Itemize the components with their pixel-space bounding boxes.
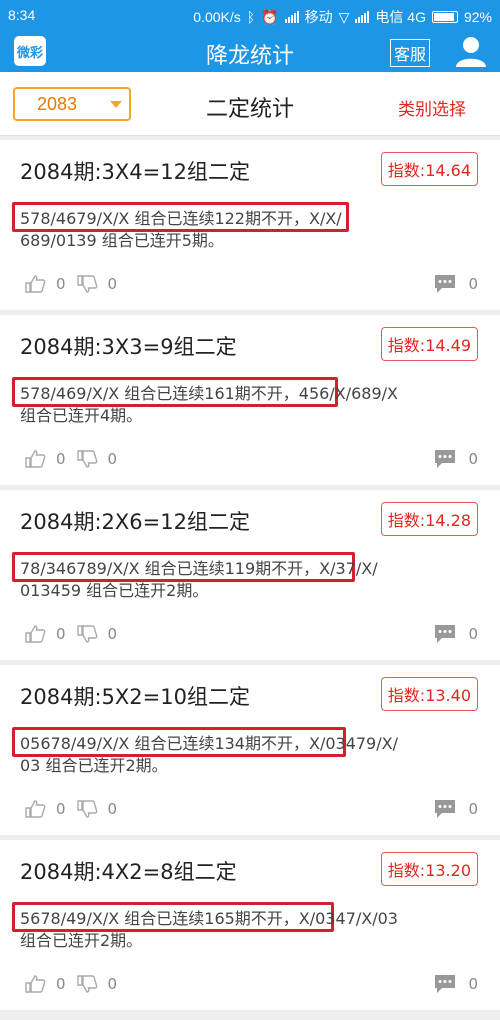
comment-count: 0	[468, 450, 478, 468]
wifi-icon: ▽	[338, 8, 350, 25]
bluetooth-icon: ᛒ	[246, 9, 256, 25]
description-line: 组合已连开4期。	[20, 406, 143, 425]
description-line: 578/4679/X/X 组合已连续122期不开，X/X/	[20, 209, 342, 228]
comment-icon[interactable]	[434, 449, 456, 469]
thumbs-up-icon[interactable]	[24, 624, 46, 644]
network-speed: 0.00K/s	[193, 9, 241, 25]
card-comments[interactable]: 0	[434, 974, 478, 994]
card-description: 578/4679/X/X 组合已连续122期不开，X/X/ 689/0139 组…	[20, 208, 482, 252]
index-badge: 指数:13.20	[380, 852, 478, 886]
description-line: 78/346789/X/X 组合已连续119期不开，X/37/X/	[20, 559, 378, 578]
description-line: 组合已连开2期。	[20, 931, 143, 950]
stat-card[interactable]: 2084期:3X3=9组二定 指数:14.49 578/469/X/X 组合已连…	[0, 315, 500, 485]
description-line: 05678/49/X/X 组合已连续134期不开，X/03479/X/	[20, 734, 398, 753]
thumbs-up-icon[interactable]	[24, 799, 46, 819]
card-title: 2084期:5X2=10组二定	[20, 685, 250, 709]
card-description: 05678/49/X/X 组合已连续134期不开，X/03479/X/ 03 组…	[20, 733, 482, 777]
dislike-count: 0	[107, 625, 118, 643]
battery-icon	[431, 11, 458, 23]
like-count: 0	[56, 975, 66, 993]
stat-card[interactable]: 2084期:5X2=10组二定 指数:13.40 05678/49/X/X 组合…	[0, 665, 500, 835]
battery-level: 92%	[463, 9, 492, 25]
category-select-button[interactable]: 类别选择	[398, 95, 466, 120]
card-actions: 0 0	[24, 799, 117, 819]
card-actions: 0 0	[24, 624, 117, 644]
like-count: 0	[56, 800, 66, 818]
card-comments[interactable]: 0	[434, 449, 478, 469]
status-bar: 8:34 0.00K/s ᛒ ⏰ 移动 ▽ 电信 4G 92%	[0, 0, 500, 30]
card-title: 2084期:2X6=12组二定	[20, 510, 250, 534]
comment-count: 0	[468, 800, 478, 818]
stat-card[interactable]: 2084期:3X4=12组二定 指数:14.64 578/4679/X/X 组合…	[0, 140, 500, 310]
stat-card[interactable]: 2084期:2X6=12组二定 指数:14.28 78/346789/X/X 组…	[0, 490, 500, 660]
thumbs-down-icon[interactable]	[76, 274, 98, 294]
dislike-count: 0	[107, 800, 118, 818]
dislike-count: 0	[107, 450, 118, 468]
thumbs-up-icon[interactable]	[24, 274, 46, 294]
card-title: 2084期:3X3=9组二定	[20, 335, 237, 359]
thumbs-down-icon[interactable]	[76, 974, 98, 994]
dislike-count: 0	[107, 975, 118, 993]
description-line: 578/469/X/X 组合已连续161期不开，456/X/689/X	[20, 384, 398, 403]
thumbs-down-icon[interactable]	[76, 799, 98, 819]
signal-icon	[284, 11, 299, 23]
index-badge: 指数:13.40	[380, 677, 478, 711]
stat-card[interactable]: 2084期:4X2=8组二定 指数:13.20 5678/49/X/X 组合已连…	[0, 840, 500, 1010]
like-count: 0	[56, 625, 66, 643]
status-right: 0.00K/s ᛒ ⏰ 移动 ▽ 电信 4G 92%	[193, 7, 492, 27]
thumbs-up-icon[interactable]	[24, 449, 46, 469]
customer-service-button[interactable]: 客服	[389, 39, 430, 67]
card-comments[interactable]: 0	[434, 274, 478, 294]
thumbs-down-icon[interactable]	[76, 449, 98, 469]
comment-icon[interactable]	[434, 974, 456, 994]
card-actions: 0 0	[24, 274, 117, 294]
alarm-icon: ⏰	[261, 8, 279, 25]
card-description: 78/346789/X/X 组合已连续119期不开，X/37/X/ 013459…	[20, 558, 482, 602]
status-time: 8:34	[8, 7, 36, 23]
index-badge: 指数:14.64	[380, 152, 478, 186]
carrier-2: 电信 4G	[375, 9, 426, 25]
comment-icon[interactable]	[434, 274, 456, 294]
sub-header: 2083 二定统计 类别选择	[0, 72, 500, 136]
description-line: 013459 组合已连开2期。	[20, 581, 209, 600]
dislike-count: 0	[107, 275, 118, 293]
comment-icon[interactable]	[434, 624, 456, 644]
comment-count: 0	[468, 275, 478, 293]
signal-icon-2	[355, 11, 370, 23]
carrier-1: 移动	[304, 9, 333, 25]
card-title: 2084期:3X4=12组二定	[20, 160, 250, 184]
card-title: 2084期:4X2=8组二定	[20, 860, 237, 884]
index-badge: 指数:14.49	[380, 327, 478, 361]
thumbs-down-icon[interactable]	[76, 624, 98, 644]
description-line: 689/0139 组合已连开5期。	[20, 231, 224, 250]
description-line: 5678/49/X/X 组合已连续165期不开，X/0347/X/03	[20, 909, 398, 928]
like-count: 0	[56, 450, 66, 468]
card-comments[interactable]: 0	[434, 624, 478, 644]
card-description: 578/469/X/X 组合已连续161期不开，456/X/689/X 组合已连…	[20, 383, 482, 427]
comment-count: 0	[468, 625, 478, 643]
user-icon[interactable]	[454, 34, 488, 68]
thumbs-up-icon[interactable]	[24, 974, 46, 994]
card-actions: 0 0	[24, 974, 117, 994]
comment-icon[interactable]	[434, 799, 456, 819]
like-count: 0	[56, 275, 66, 293]
index-badge: 指数:14.28	[380, 502, 478, 536]
card-actions: 0 0	[24, 449, 117, 469]
comment-count: 0	[468, 975, 478, 993]
app-header: 微彩 降龙统计 客服	[0, 30, 500, 72]
card-description: 5678/49/X/X 组合已连续165期不开，X/0347/X/03 组合已连…	[20, 908, 482, 952]
card-comments[interactable]: 0	[434, 799, 478, 819]
description-line: 03 组合已连开2期。	[20, 756, 168, 775]
